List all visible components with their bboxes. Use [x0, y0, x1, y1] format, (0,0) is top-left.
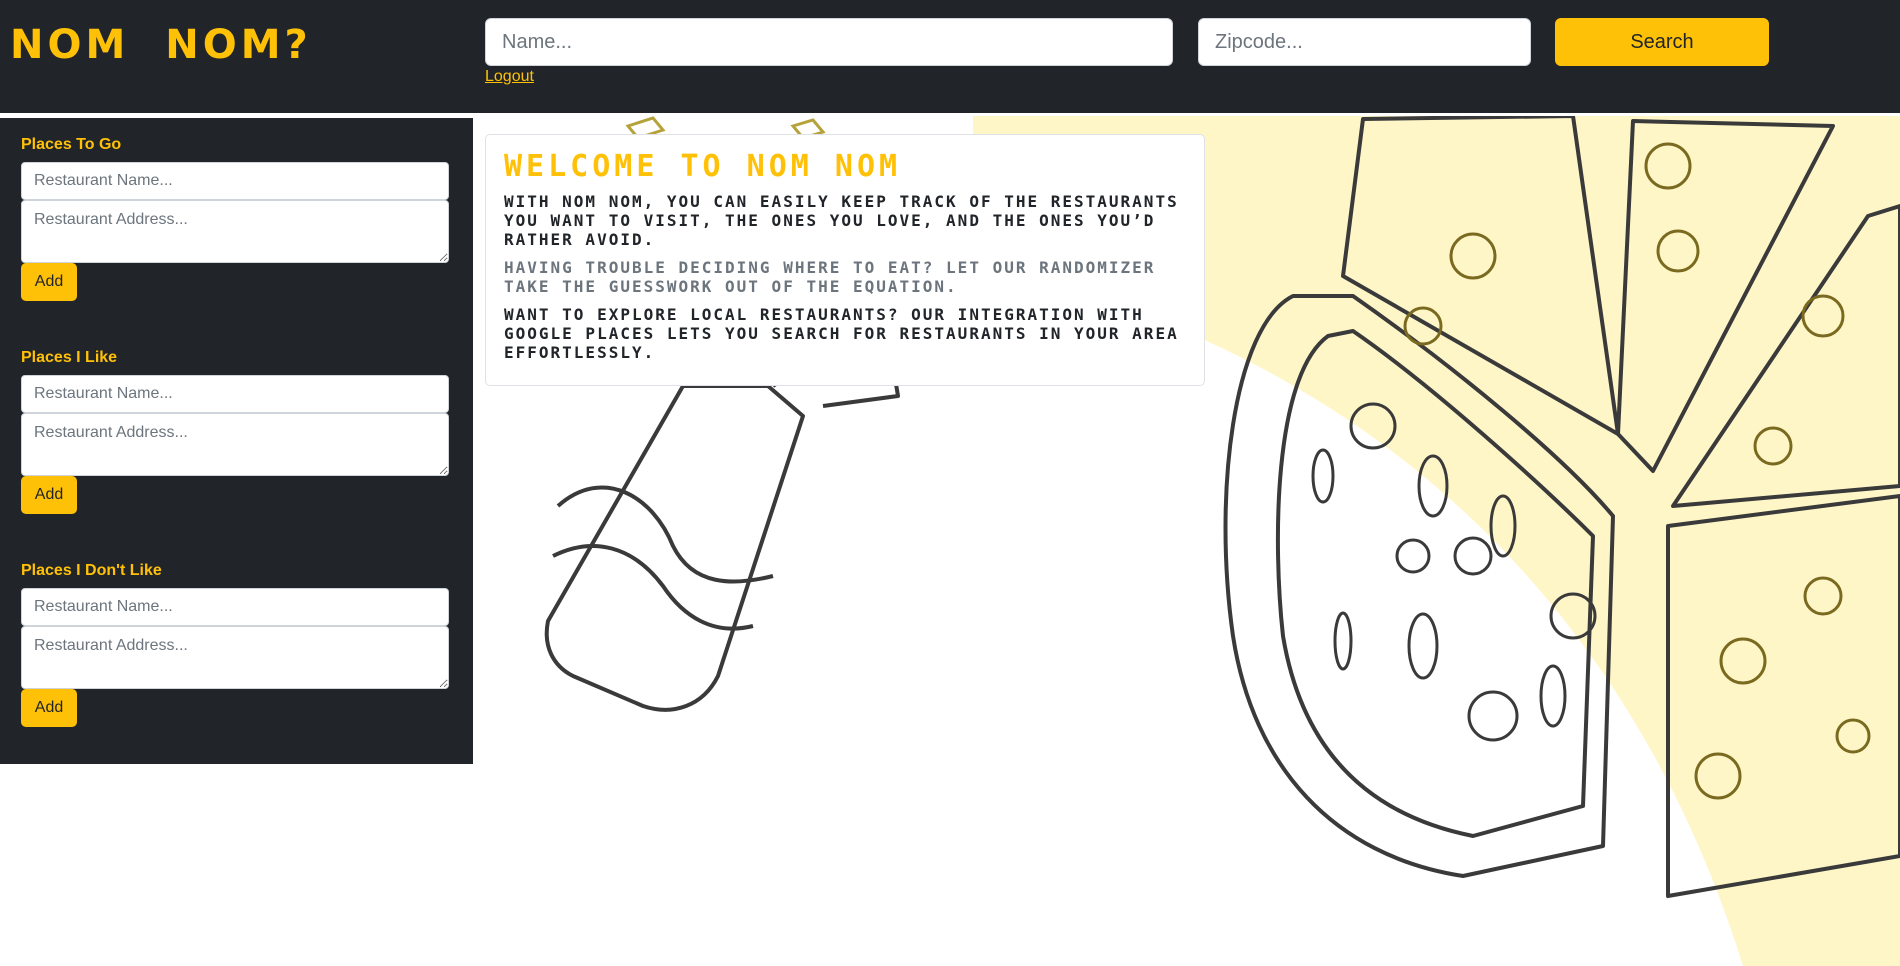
places-to-go-name-input[interactable]: [21, 162, 449, 200]
places-i-like-section: Places I Like Add: [21, 349, 452, 514]
welcome-card: Welcome to Nom Nom With Nom Nom, you can…: [485, 134, 1205, 386]
name-search-input[interactable]: [485, 18, 1173, 66]
search-button[interactable]: Search: [1555, 18, 1769, 66]
places-i-dont-like-title: Places I Don't Like: [21, 562, 162, 579]
places-i-dont-like-section: Places I Don't Like Add: [21, 562, 452, 727]
places-i-like-add-button[interactable]: Add: [21, 476, 77, 514]
places-i-like-title: Places I Like: [21, 349, 118, 366]
welcome-paragraph-randomizer: Having trouble deciding where to eat? Le…: [504, 258, 1156, 296]
places-i-dont-like-add-button[interactable]: Add: [21, 689, 77, 727]
places-i-dont-like-name-input[interactable]: [21, 588, 449, 626]
places-i-like-name-input[interactable]: [21, 375, 449, 413]
welcome-paragraph-tracking: With Nom Nom, you can easily keep track …: [504, 192, 1179, 249]
logout-link[interactable]: Logout: [485, 68, 534, 86]
places-to-go-address-input[interactable]: [21, 200, 449, 263]
places-to-go-section: Places To Go Add: [21, 136, 452, 301]
zipcode-input[interactable]: [1198, 18, 1531, 66]
places-i-like-address-input[interactable]: [21, 413, 449, 476]
brand-logo[interactable]: NOM NOM?: [10, 22, 312, 68]
places-i-dont-like-address-input[interactable]: [21, 626, 449, 689]
places-to-go-add-button[interactable]: Add: [21, 263, 77, 301]
welcome-paragraph-google-places: Want to explore local restaurants? Our i…: [504, 305, 1179, 362]
welcome-title: Welcome to Nom Nom: [504, 149, 902, 184]
places-to-go-title: Places To Go: [21, 136, 122, 153]
sidebar: Places To Go Add Places I Like Add Place…: [0, 118, 473, 764]
